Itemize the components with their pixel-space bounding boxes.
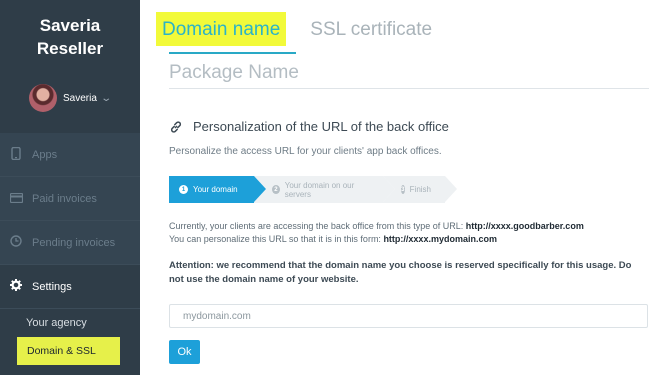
custom-url-line: You can personalize this URL so that it … (169, 233, 584, 246)
step-your-domain: 1 Your domain (169, 176, 266, 203)
user-menu[interactable]: Saveria ⌄ (29, 84, 112, 112)
sidebar-item-apps[interactable]: Apps (0, 133, 140, 177)
step-domain-on-servers: 2 Your domain on our servers (254, 176, 395, 203)
step-label: Your domain on our servers (284, 180, 355, 199)
gear-icon (9, 279, 23, 294)
sidebar-item-label: Paid invoices (32, 192, 97, 205)
avatar (29, 84, 57, 112)
clock-icon (9, 235, 23, 250)
current-url: http://xxxx.goodbarber.com (465, 221, 584, 231)
custom-url: http://xxxx.mydomain.com (383, 234, 497, 244)
section-subtitle: Personalize the access URL for your clie… (169, 146, 442, 157)
step-number: 3 (401, 185, 405, 194)
brand-line-2: Reseller (36, 39, 104, 58)
sidebar-subitem-your-agency[interactable]: Your agency (0, 309, 140, 337)
tab-ssl-certificate[interactable]: SSL certificate (310, 18, 432, 42)
step-number: 2 (272, 185, 280, 194)
chevron-down-icon: ⌄ (100, 92, 112, 104)
sidebar-item-paid-invoices[interactable]: Paid invoices (0, 177, 140, 221)
progress-steps: 1 Your domain 2 Your domain on our serve… (169, 176, 457, 203)
current-url-line: Currently, your clients are accessing th… (169, 220, 584, 233)
user-name: Saveria (63, 92, 97, 104)
current-url-text: Currently, your clients are accessing th… (169, 221, 466, 231)
step-number: 1 (179, 185, 188, 194)
step-label: Finish (409, 185, 431, 194)
brand-line-1: Saveria (39, 16, 101, 35)
active-tab-indicator (169, 52, 296, 54)
settings-submenu: Your agency Domain & SSL (0, 309, 140, 365)
sidebar-item-label: Settings (32, 280, 72, 293)
section-title-text: Personalization of the URL of the back o… (193, 119, 449, 134)
credit-card-icon (9, 192, 23, 206)
url-info: Currently, your clients are accessing th… (169, 220, 584, 246)
step-label: Your domain (193, 185, 238, 194)
divider (169, 88, 649, 89)
sidebar-item-label: Pending invoices (32, 236, 116, 249)
domain-input[interactable] (169, 304, 648, 328)
sidebar-item-label: Apps (32, 148, 58, 161)
section-title: Personalization of the URL of the back o… (169, 119, 449, 134)
tab-domain-name[interactable]: Domain name (156, 12, 287, 46)
sidebar-menu: Apps Paid invoices Pending invoices Sett… (0, 133, 140, 365)
package-name: Package Name (169, 62, 299, 83)
sidebar-item-settings[interactable]: Settings (0, 265, 140, 309)
phone-icon (9, 146, 23, 163)
link-icon (171, 120, 181, 133)
sidebar-item-pending-invoices[interactable]: Pending invoices (0, 221, 140, 265)
brand-title: Saveria Reseller (0, 14, 140, 60)
sidebar-subitem-domain-ssl[interactable]: Domain & SSL (17, 337, 120, 365)
attention-notice: Attention: we recommend that the domain … (169, 260, 632, 285)
ok-button[interactable]: Ok (169, 340, 200, 364)
custom-url-text: You can personalize this URL so that it … (169, 234, 384, 244)
sidebar: Saveria Reseller Saveria ⌄ Apps Paid inv… (0, 0, 140, 375)
main-content: Domain name SSL certificate Package Name… (140, 0, 660, 375)
